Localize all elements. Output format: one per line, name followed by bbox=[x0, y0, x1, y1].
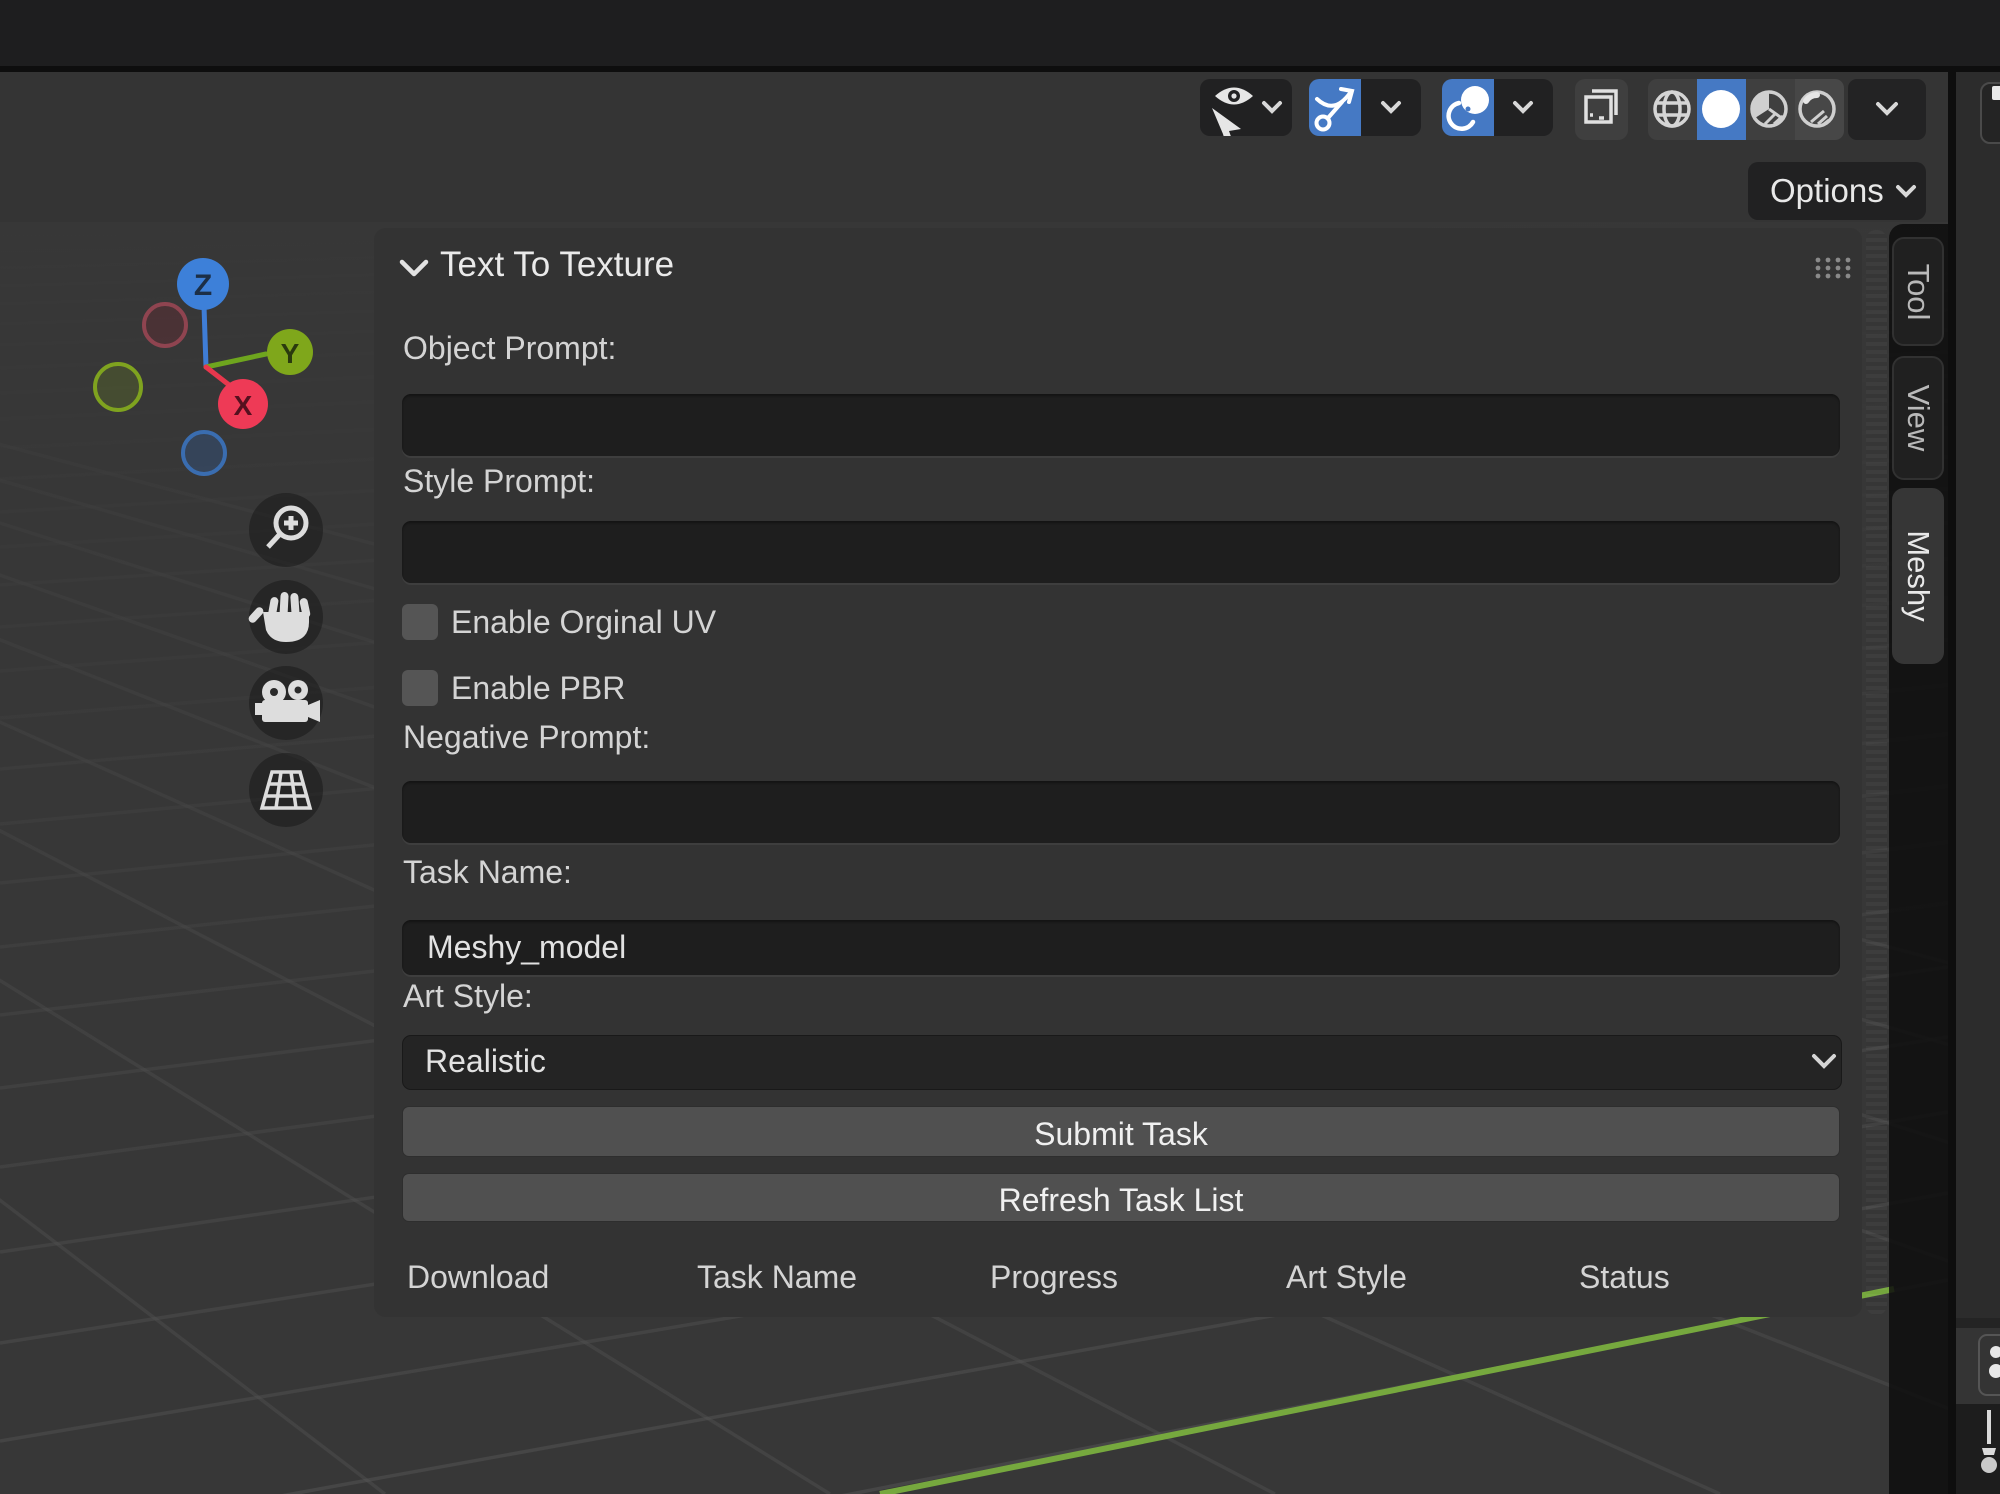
svg-text:Z: Z bbox=[194, 269, 212, 302]
svg-text:Y: Y bbox=[281, 338, 300, 369]
svg-text:X: X bbox=[234, 390, 253, 421]
